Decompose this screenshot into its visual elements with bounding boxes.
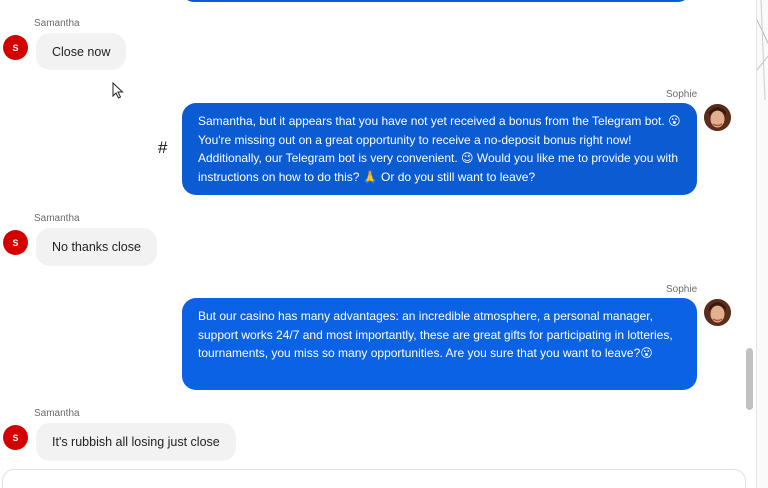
avatar: S bbox=[3, 425, 28, 450]
map-fragment-icon bbox=[756, 0, 768, 101]
side-panel-edge bbox=[756, 0, 768, 488]
scrollbar-thumb[interactable] bbox=[746, 348, 753, 410]
sender-name: Samantha bbox=[34, 408, 80, 419]
mouse-cursor-icon bbox=[112, 82, 124, 99]
agent-avatar bbox=[704, 299, 731, 326]
agent-message-bubble: But our casino has many advantages: an i… bbox=[182, 298, 697, 390]
user-message-bubble: No thanks close bbox=[36, 228, 157, 266]
message-input[interactable] bbox=[2, 469, 746, 488]
chat-panel: Samantha S Close now Sophie # Samantha, … bbox=[0, 0, 756, 488]
sender-name: Samantha bbox=[34, 18, 80, 29]
sender-name: Sophie bbox=[666, 284, 698, 295]
user-message-bubble: Close now bbox=[36, 33, 127, 70]
avatar: S bbox=[3, 230, 28, 255]
previous-message-bubble bbox=[182, 0, 690, 2]
avatar: S bbox=[3, 35, 28, 60]
user-message-bubble: It's rubbish all losing just close bbox=[36, 423, 236, 461]
sender-name: Samantha bbox=[34, 213, 80, 224]
sender-name: Sophie bbox=[666, 89, 698, 100]
agent-avatar bbox=[704, 104, 731, 131]
hash-mark: # bbox=[158, 138, 168, 157]
agent-message-bubble: Samantha, but it appears that you have n… bbox=[182, 103, 697, 195]
